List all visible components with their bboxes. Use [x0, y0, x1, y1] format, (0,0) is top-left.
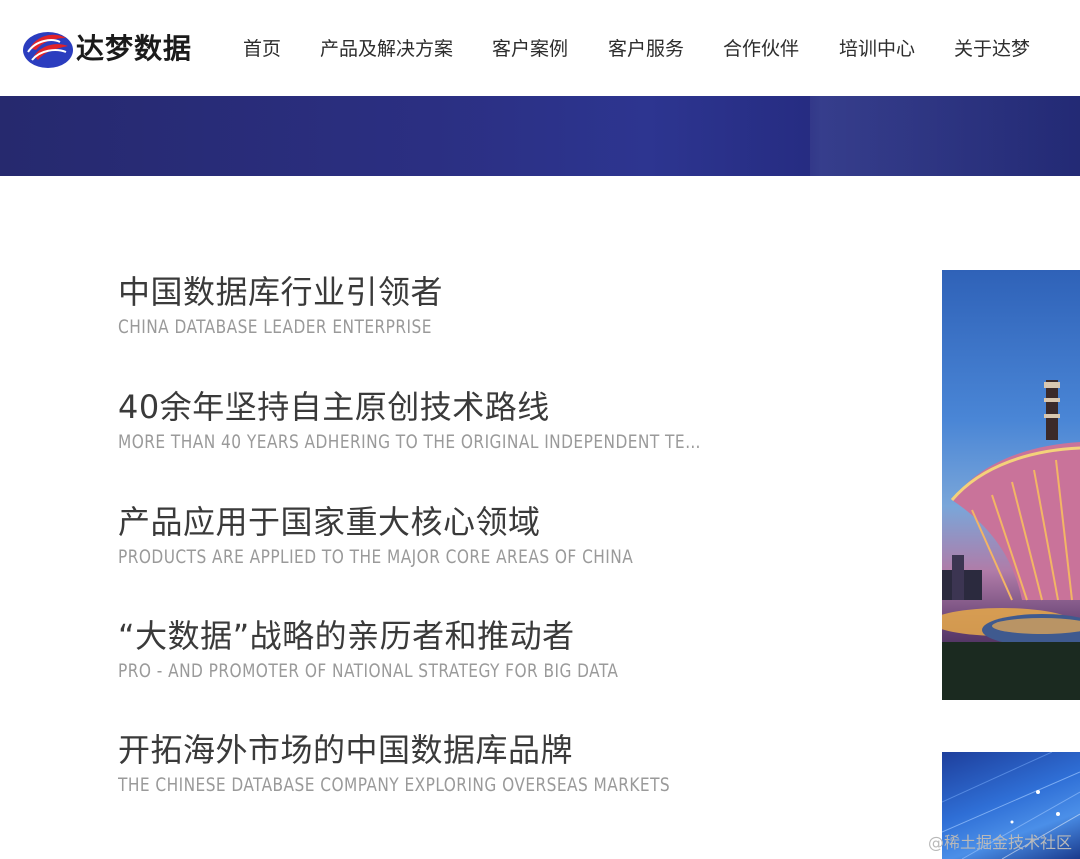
- site-header: 达梦数据 首页 产品及解决方案 客户案例 客户服务 合作伙伴 培训中心 关于达梦: [0, 0, 1080, 96]
- feature-item: 40余年坚持自主原创技术路线 MORE THAN 40 YEARS ADHERI…: [118, 385, 798, 455]
- watermark-text: @稀土掘金技术社区: [927, 833, 1072, 852]
- nav-item-about[interactable]: 关于达梦: [954, 34, 1030, 64]
- feature-subtitle: THE CHINESE DATABASE COMPANY EXPLORING O…: [118, 774, 671, 796]
- feature-item: 中国数据库行业引领者 CHINA DATABASE LEADER ENTERPR…: [118, 270, 798, 340]
- feature-item: 产品应用于国家重大核心领域 PRODUCTS ARE APPLIED TO TH…: [118, 500, 798, 570]
- feature-item: “大数据”战略的亲历者和推动者 PRO - AND PROMOTER OF NA…: [118, 614, 798, 684]
- feature-title: 产品应用于国家重大核心领域: [118, 503, 541, 541]
- dameng-logo-icon: [23, 32, 73, 68]
- nav-item-partners[interactable]: 合作伙伴: [723, 34, 799, 64]
- landmark-illustration: [942, 380, 1080, 700]
- nav-item-service[interactable]: 客户服务: [608, 34, 684, 64]
- brand-logo[interactable]: 达梦数据: [22, 26, 202, 72]
- feature-title: 开拓海外市场的中国数据库品牌: [118, 731, 574, 769]
- nav-item-home[interactable]: 首页: [243, 34, 281, 64]
- feature-subtitle: MORE THAN 40 YEARS ADHERING TO THE ORIGI…: [118, 431, 703, 453]
- feature-title: 40余年坚持自主原创技术路线: [118, 388, 550, 426]
- feature-subtitle: CHINA DATABASE LEADER ENTERPRISE: [118, 316, 432, 338]
- feature-subtitle: PRODUCTS ARE APPLIED TO THE MAJOR CORE A…: [118, 546, 634, 568]
- feature-title: “大数据”战略的亲历者和推动者: [118, 617, 575, 655]
- hero-banner: [0, 96, 1080, 176]
- nav-item-training[interactable]: 培训中心: [839, 34, 915, 64]
- feature-item: 开拓海外市场的中国数据库品牌 THE CHINESE DATABASE COMP…: [118, 728, 798, 798]
- banner-sheen: [810, 96, 1080, 176]
- brand-name: 达梦数据: [76, 32, 193, 65]
- landmark-photo: [942, 270, 1080, 700]
- nav-item-products[interactable]: 产品及解决方案: [320, 34, 453, 64]
- feature-subtitle: PRO - AND PROMOTER OF NATIONAL STRATEGY …: [118, 660, 619, 682]
- feature-title: 中国数据库行业引领者: [118, 273, 444, 311]
- nav-item-cases[interactable]: 客户案例: [492, 34, 568, 64]
